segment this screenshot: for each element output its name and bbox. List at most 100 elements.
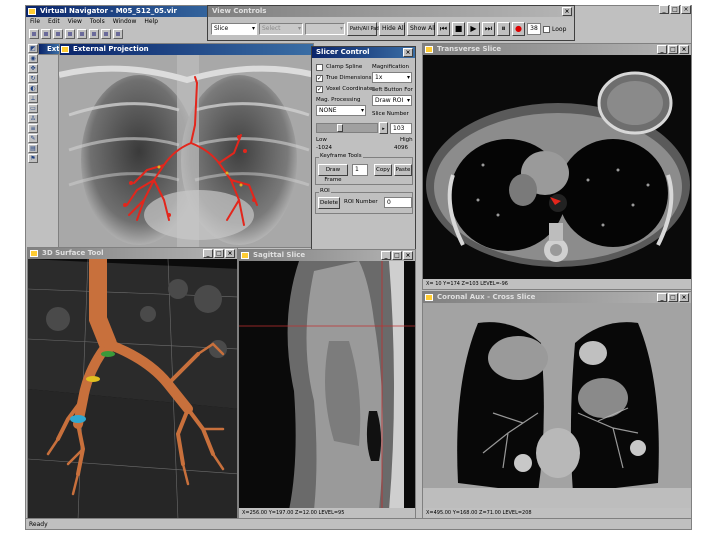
minimize-icon[interactable]: _	[203, 249, 213, 258]
maximize-icon[interactable]: □	[668, 45, 678, 54]
menu-view[interactable]: View	[68, 17, 82, 27]
copy-button[interactable]: Copy	[374, 164, 392, 176]
pointer-icon[interactable]: ◩	[28, 44, 38, 53]
print-icon[interactable]	[101, 29, 111, 39]
sagittal-slice-view[interactable]	[239, 261, 415, 508]
maximize-icon[interactable]: □	[668, 293, 678, 302]
annotate-icon[interactable]: ✎	[28, 134, 38, 143]
transverse-slice-view[interactable]	[423, 55, 691, 279]
view-controls-titlebar[interactable]: View Controls ×	[208, 6, 574, 17]
pan-icon[interactable]: ✥	[28, 64, 38, 73]
menu-tools[interactable]: Tools	[90, 17, 105, 27]
help-icon[interactable]	[113, 29, 123, 39]
close-icon[interactable]: ×	[681, 5, 691, 14]
hide-all-button[interactable]: Hide All	[379, 22, 405, 36]
roi-number-input[interactable]: 0	[384, 197, 412, 208]
copy-icon[interactable]	[77, 29, 87, 39]
forward-icon[interactable]: ⏭	[482, 22, 495, 36]
sagittal-slice-titlebar[interactable]: Sagittal Slice _ □ ×	[239, 250, 415, 261]
path-button[interactable]: Path/All Path	[347, 22, 381, 36]
maximize-icon[interactable]: □	[214, 249, 224, 258]
maximize-icon[interactable]: □	[392, 251, 402, 260]
paste-icon[interactable]	[89, 29, 99, 39]
open-folder-icon[interactable]	[41, 29, 51, 39]
external-projection-panel: External Projection	[58, 43, 314, 248]
rewind-icon[interactable]: ⏮	[437, 22, 450, 36]
pause-icon[interactable]: ⏸	[497, 22, 510, 36]
clamp-spline-label: Clamp Spline	[326, 64, 363, 70]
flag-icon[interactable]: ⚑	[28, 154, 38, 163]
new-file-icon[interactable]	[29, 29, 39, 39]
panel-icon	[425, 294, 433, 301]
save-disk-icon[interactable]	[53, 29, 63, 39]
zoom-icon[interactable]: ◉	[28, 54, 38, 63]
mag-processing-select[interactable]: NONE	[316, 105, 366, 116]
coronal-slice-view[interactable]	[423, 303, 691, 508]
slice-number-input[interactable]: 103	[390, 123, 412, 134]
window-level-icon[interactable]: ◐	[28, 84, 38, 93]
minimize-icon[interactable]: _	[659, 5, 669, 14]
view-controls-title: View Controls	[212, 7, 267, 15]
draw-frame-button[interactable]: Draw Frame	[318, 164, 348, 183]
voxel-coordinates-checkbox[interactable]: ✓	[316, 86, 323, 93]
close-icon[interactable]: ×	[679, 45, 689, 54]
layers-icon[interactable]: ≡	[28, 124, 38, 133]
play-icon[interactable]: ▶	[467, 22, 480, 36]
slicer-control-titlebar[interactable]: Slicer Control ×	[312, 47, 415, 58]
true-dimensions-checkbox[interactable]: ✓	[316, 75, 323, 82]
minimize-icon[interactable]: _	[657, 45, 667, 54]
person-icon[interactable]: ♙	[28, 114, 38, 123]
delete-button[interactable]: Delete	[318, 197, 340, 209]
app-titlebar[interactable]: Virtual Navigator - M05_S12_05.vir	[26, 6, 236, 17]
app-icon	[28, 8, 36, 15]
transverse-slice-titlebar[interactable]: Transverse Slice _ □ ×	[423, 44, 691, 55]
external-titlebar[interactable]: External	[39, 44, 59, 54]
app-statusbar: Ready	[26, 518, 691, 529]
coronal-slice-titlebar[interactable]: Coronal Aux - Cross Slice _ □ ×	[423, 292, 691, 303]
menu-file[interactable]: File	[30, 17, 40, 27]
close-icon[interactable]: ×	[403, 251, 413, 260]
maximize-icon[interactable]: □	[670, 5, 680, 14]
menu-bar: File Edit View Tools Window Help	[26, 17, 236, 27]
close-icon[interactable]: ×	[679, 293, 689, 302]
paste-button[interactable]: Paste	[394, 164, 412, 176]
loop-label: Loop	[552, 25, 567, 33]
close-icon[interactable]: ×	[403, 48, 413, 57]
loop-checkbox[interactable]	[543, 25, 550, 33]
external-projection-titlebar[interactable]: External Projection	[59, 44, 313, 55]
left-button-select[interactable]: Draw ROI	[372, 95, 412, 106]
clamp-spline-checkbox[interactable]	[316, 64, 323, 71]
close-icon[interactable]: ×	[562, 7, 572, 16]
app-window-buttons: _ □ ×	[659, 5, 691, 14]
minimize-icon[interactable]: _	[657, 293, 667, 302]
keyframe-input[interactable]: 1	[352, 164, 368, 176]
cut-icon[interactable]	[65, 29, 75, 39]
surface-tool-view[interactable]	[28, 259, 237, 518]
frame-value[interactable]: 38	[527, 23, 541, 35]
measure-icon[interactable]: ⟂	[28, 94, 38, 103]
sagittal-slice-panel: Sagittal Slice _ □ × X=256.00 Y=197.00 Z…	[238, 249, 416, 519]
left-button-label: Left Button For	[372, 87, 413, 93]
menu-edit[interactable]: Edit	[48, 17, 60, 27]
mode-select[interactable]: Slice	[211, 23, 257, 35]
stop-icon[interactable]: ■	[452, 22, 465, 36]
external-projection-view[interactable]	[59, 55, 313, 247]
coronal-slice-panel: Coronal Aux - Cross Slice _ □ × X=495.00…	[422, 291, 691, 519]
minimize-icon[interactable]: _	[381, 251, 391, 260]
slider-thumb[interactable]	[337, 124, 343, 132]
close-icon[interactable]: ×	[225, 249, 235, 258]
menu-window[interactable]: Window	[113, 17, 137, 27]
rotate-icon[interactable]: ↻	[28, 74, 38, 83]
sagittal-readout: X=256.00 Y=197.00 Z=12.00 LEVEL=95	[239, 508, 415, 518]
roi-icon[interactable]: ▭	[28, 104, 38, 113]
high-label: High	[400, 137, 413, 143]
surface-tool-titlebar[interactable]: 3D Surface Tool _ □ ×	[28, 248, 237, 259]
slice-arrow-button[interactable]: ▸	[379, 122, 388, 134]
show-all-button[interactable]: Show All	[407, 22, 436, 36]
slider-track[interactable]	[316, 123, 378, 133]
color-icon[interactable]: ▤	[28, 144, 38, 153]
transverse-readout: X= 10 Y=174 Z=103 LEVEL=-96	[423, 279, 691, 289]
menu-help[interactable]: Help	[144, 17, 158, 27]
record-icon[interactable]: ●	[512, 22, 525, 36]
magnification-select[interactable]: 1x	[372, 72, 412, 83]
